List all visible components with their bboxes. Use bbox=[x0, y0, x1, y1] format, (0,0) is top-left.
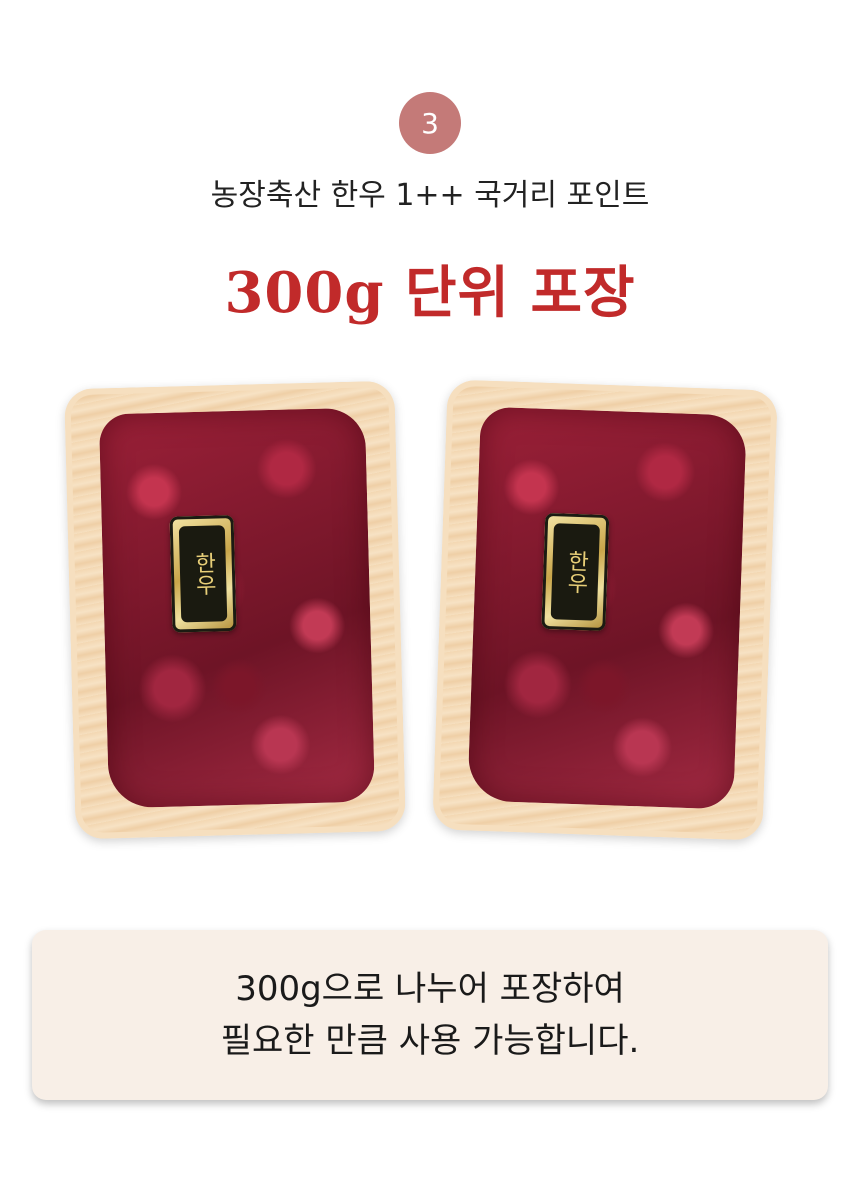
section-subtitle: 농장축산 한우 1++ 국거리 포인트 bbox=[210, 178, 650, 213]
meat-tray-right: 한우 bbox=[432, 379, 778, 841]
info-box: 300g으로 나누어 포장하여 필요한 만큼 사용 가능합니다. bbox=[32, 930, 828, 1100]
info-line-1: 300g으로 나누어 포장하여 bbox=[235, 969, 625, 1009]
hanwoo-label-sticker: 한우 bbox=[169, 515, 237, 633]
beef-cubes bbox=[98, 407, 376, 809]
sticker-text: 한우 bbox=[550, 523, 600, 621]
section-headline: 300g 단위 포장 bbox=[224, 260, 636, 326]
hanwoo-label-sticker: 한우 bbox=[541, 512, 610, 632]
step-number-badge: 3 bbox=[399, 92, 461, 154]
product-photo: 한우 한우 bbox=[60, 375, 800, 855]
meat-tray-left: 한우 bbox=[64, 380, 406, 840]
beef-cubes bbox=[467, 406, 747, 810]
info-line-2: 필요한 만큼 사용 가능합니다. bbox=[220, 1021, 640, 1061]
sticker-text: 한우 bbox=[178, 525, 228, 623]
